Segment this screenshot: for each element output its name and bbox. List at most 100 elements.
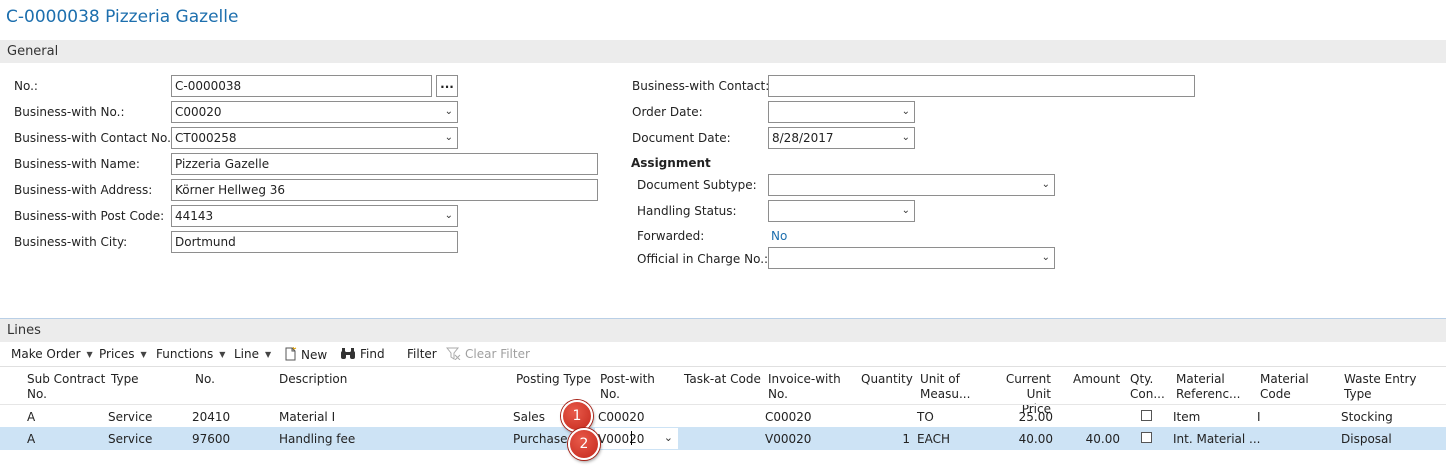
line-label: Line (234, 347, 260, 361)
document-subtype-label: Document Subtype: (637, 178, 757, 192)
table-row-selected[interactable]: A Service 97600 Handling fee Purchase V0… (0, 427, 1446, 450)
general-section-header[interactable]: General (0, 40, 1446, 63)
col-waste-entry-type[interactable]: Waste Entry Type (1344, 372, 1417, 402)
forwarded-value[interactable]: No (771, 229, 787, 243)
business-with-name-field[interactable]: Pizzeria Gazelle (171, 153, 598, 175)
lines-section-header[interactable]: Lines (0, 318, 1446, 342)
cell-material-reference[interactable]: Int. Material ... (1173, 432, 1261, 446)
qty-con-checkbox[interactable] (1141, 432, 1152, 443)
cell-unit-price[interactable]: 25.00 (990, 410, 1053, 424)
business-with-contact-field[interactable] (768, 75, 1195, 97)
document-subtype-select[interactable]: ⌄ (768, 174, 1055, 196)
col-post-with-no[interactable]: Post-with No. (600, 372, 655, 402)
col-material-code[interactable]: Material Code (1260, 372, 1309, 402)
cell-no[interactable]: 97600 (192, 432, 230, 446)
official-in-charge-no-label: Official in Charge No.: (637, 252, 769, 266)
col-material-reference[interactable]: Material Referenc... (1176, 372, 1241, 402)
cell-invoice-with-no[interactable]: V00020 (765, 432, 811, 446)
callout-badge-2: 2 (568, 428, 600, 460)
new-label: New (301, 348, 328, 362)
business-with-post-code-select[interactable]: 44143 ⌄ (171, 205, 458, 227)
col-description[interactable]: Description (279, 372, 347, 387)
chevron-down-icon[interactable]: ⌄ (902, 205, 910, 216)
business-with-contact-no-label: Business-with Contact No.: (14, 131, 175, 145)
cell-waste-entry-type[interactable]: Stocking (1341, 410, 1393, 424)
no-field[interactable]: C-0000038 (171, 75, 432, 97)
business-with-address-label: Business-with Address: (14, 183, 153, 197)
chevron-down-icon[interactable]: ⌄ (445, 132, 453, 143)
business-with-no-select[interactable]: C00020 ⌄ (171, 101, 458, 123)
no-assist-button[interactable]: ... (436, 75, 458, 97)
col-type[interactable]: Type (111, 372, 139, 387)
cell-posting-type[interactable]: Purchase (513, 432, 568, 446)
document-date-select[interactable]: 8/28/2017 ⌄ (768, 127, 915, 149)
cell-unit[interactable]: TO (917, 410, 934, 424)
cell-quantity[interactable]: 1 (850, 432, 910, 446)
business-with-city-field[interactable]: Dortmund (171, 231, 458, 253)
find-label: Find (360, 347, 385, 361)
chevron-down-icon[interactable]: ⌄ (664, 431, 673, 444)
chevron-down-icon[interactable]: ⌄ (902, 132, 910, 143)
col-task-at-code[interactable]: Task-at Code (684, 372, 761, 387)
cell-unit[interactable]: EACH (917, 432, 950, 446)
cell-post-with-no[interactable]: C00020 (598, 410, 645, 424)
col-unit-of-measure[interactable]: Unit of Measu... (920, 372, 970, 402)
clear-filter-button[interactable]: Clear Filter (445, 347, 530, 361)
official-in-charge-no-select[interactable]: ⌄ (768, 247, 1055, 269)
functions-menu[interactable]: Functions ▼ (156, 347, 225, 361)
prices-menu[interactable]: Prices ▼ (99, 347, 147, 361)
clear-filter-label: Clear Filter (465, 347, 530, 361)
col-waste-entry-type-line2: Type (1344, 387, 1372, 401)
callout-badge-1: 1 (561, 400, 593, 432)
chevron-down-icon[interactable]: ⌄ (1042, 252, 1050, 263)
col-material-code-line2: Code (1260, 387, 1291, 401)
cell-type[interactable]: Service (108, 432, 152, 446)
post-with-no-edit-value: V00020 (598, 432, 645, 446)
col-quantity[interactable]: Quantity (861, 372, 913, 387)
order-date-select[interactable]: ⌄ (768, 101, 915, 123)
col-material-reference-line2: Referenc... (1176, 387, 1241, 401)
business-with-city-value: Dortmund (175, 235, 236, 249)
post-with-no-edit-field[interactable]: V00020 ⌄ (595, 428, 678, 449)
cell-description[interactable]: Handling fee (279, 432, 355, 446)
col-current-unit-price-line1: Current Unit (1005, 372, 1051, 401)
chevron-down-icon[interactable]: ⌄ (902, 106, 910, 117)
find-button[interactable]: Find (340, 347, 385, 361)
cell-material-code[interactable]: I (1257, 410, 1261, 424)
make-order-menu[interactable]: Make Order ▼ (11, 347, 93, 361)
new-button[interactable]: New (284, 346, 328, 362)
cell-posting-type[interactable]: Sales (513, 410, 545, 424)
caret-down-icon: ▼ (86, 350, 93, 359)
col-invoice-with-no[interactable]: Invoice-with No. (768, 372, 841, 402)
document-date-value: 8/28/2017 (772, 131, 834, 145)
binoculars-icon (341, 348, 355, 359)
cell-waste-entry-type[interactable]: Disposal (1341, 432, 1392, 446)
new-document-icon (285, 346, 297, 361)
business-with-contact-no-select[interactable]: CT000258 ⌄ (171, 127, 458, 149)
cell-invoice-with-no[interactable]: C00020 (765, 410, 812, 424)
business-with-name-label: Business-with Name: (14, 157, 140, 171)
business-with-address-field[interactable]: Körner Hellweg 36 (171, 179, 598, 201)
chevron-down-icon[interactable]: ⌄ (445, 106, 453, 117)
cell-description[interactable]: Material I (279, 410, 335, 424)
cell-no[interactable]: 20410 (192, 410, 230, 424)
col-no[interactable]: No. (195, 372, 215, 387)
handling-status-select[interactable]: ⌄ (768, 200, 915, 222)
col-qty-con[interactable]: Qty. Con... (1130, 372, 1165, 402)
col-posting-type[interactable]: Posting Type (516, 372, 591, 387)
line-menu[interactable]: Line ▼ (234, 347, 271, 361)
cell-sub-contract[interactable]: A (27, 410, 35, 424)
cell-type[interactable]: Service (108, 410, 152, 424)
col-amount[interactable]: Amount (1073, 372, 1120, 387)
filter-button[interactable]: Filter (407, 347, 437, 361)
cell-amount[interactable]: 40.00 (1060, 432, 1120, 446)
cell-unit-price[interactable]: 40.00 (990, 432, 1053, 446)
qty-con-checkbox[interactable] (1141, 410, 1152, 421)
cell-sub-contract[interactable]: A (27, 432, 35, 446)
chevron-down-icon[interactable]: ⌄ (445, 210, 453, 221)
cell-material-reference[interactable]: Item (1173, 410, 1200, 424)
chevron-down-icon[interactable]: ⌄ (1042, 179, 1050, 190)
col-sub-contract-no[interactable]: Sub Contract No. (27, 372, 105, 402)
table-row[interactable]: A Service 20410 Material I Sales C00020 … (0, 404, 1446, 428)
business-with-city-label: Business-with City: (14, 235, 128, 249)
